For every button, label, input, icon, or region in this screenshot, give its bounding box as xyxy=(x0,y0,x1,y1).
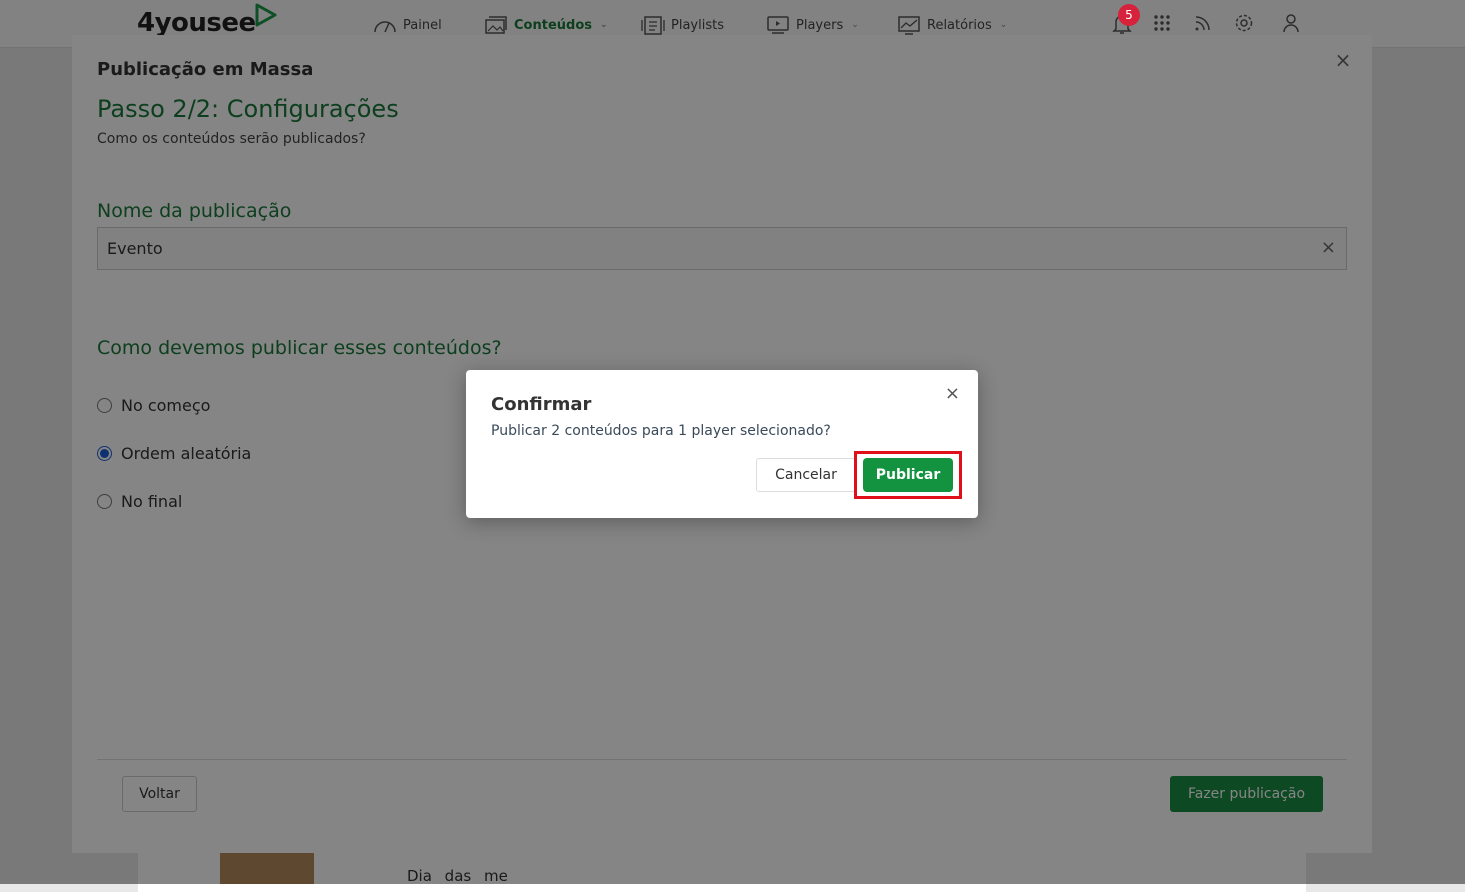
cancel-button[interactable]: Cancelar xyxy=(756,458,856,492)
close-icon[interactable]: × xyxy=(945,385,960,403)
notification-badge: 5 xyxy=(1118,4,1140,26)
publish-button[interactable]: Publicar xyxy=(863,458,953,492)
confirm-title: Confirmar xyxy=(491,394,592,415)
confirm-message: Publicar 2 conteúdos para 1 player selec… xyxy=(491,423,831,439)
confirm-dialog: × Confirmar Publicar 2 conteúdos para 1 … xyxy=(466,370,978,518)
